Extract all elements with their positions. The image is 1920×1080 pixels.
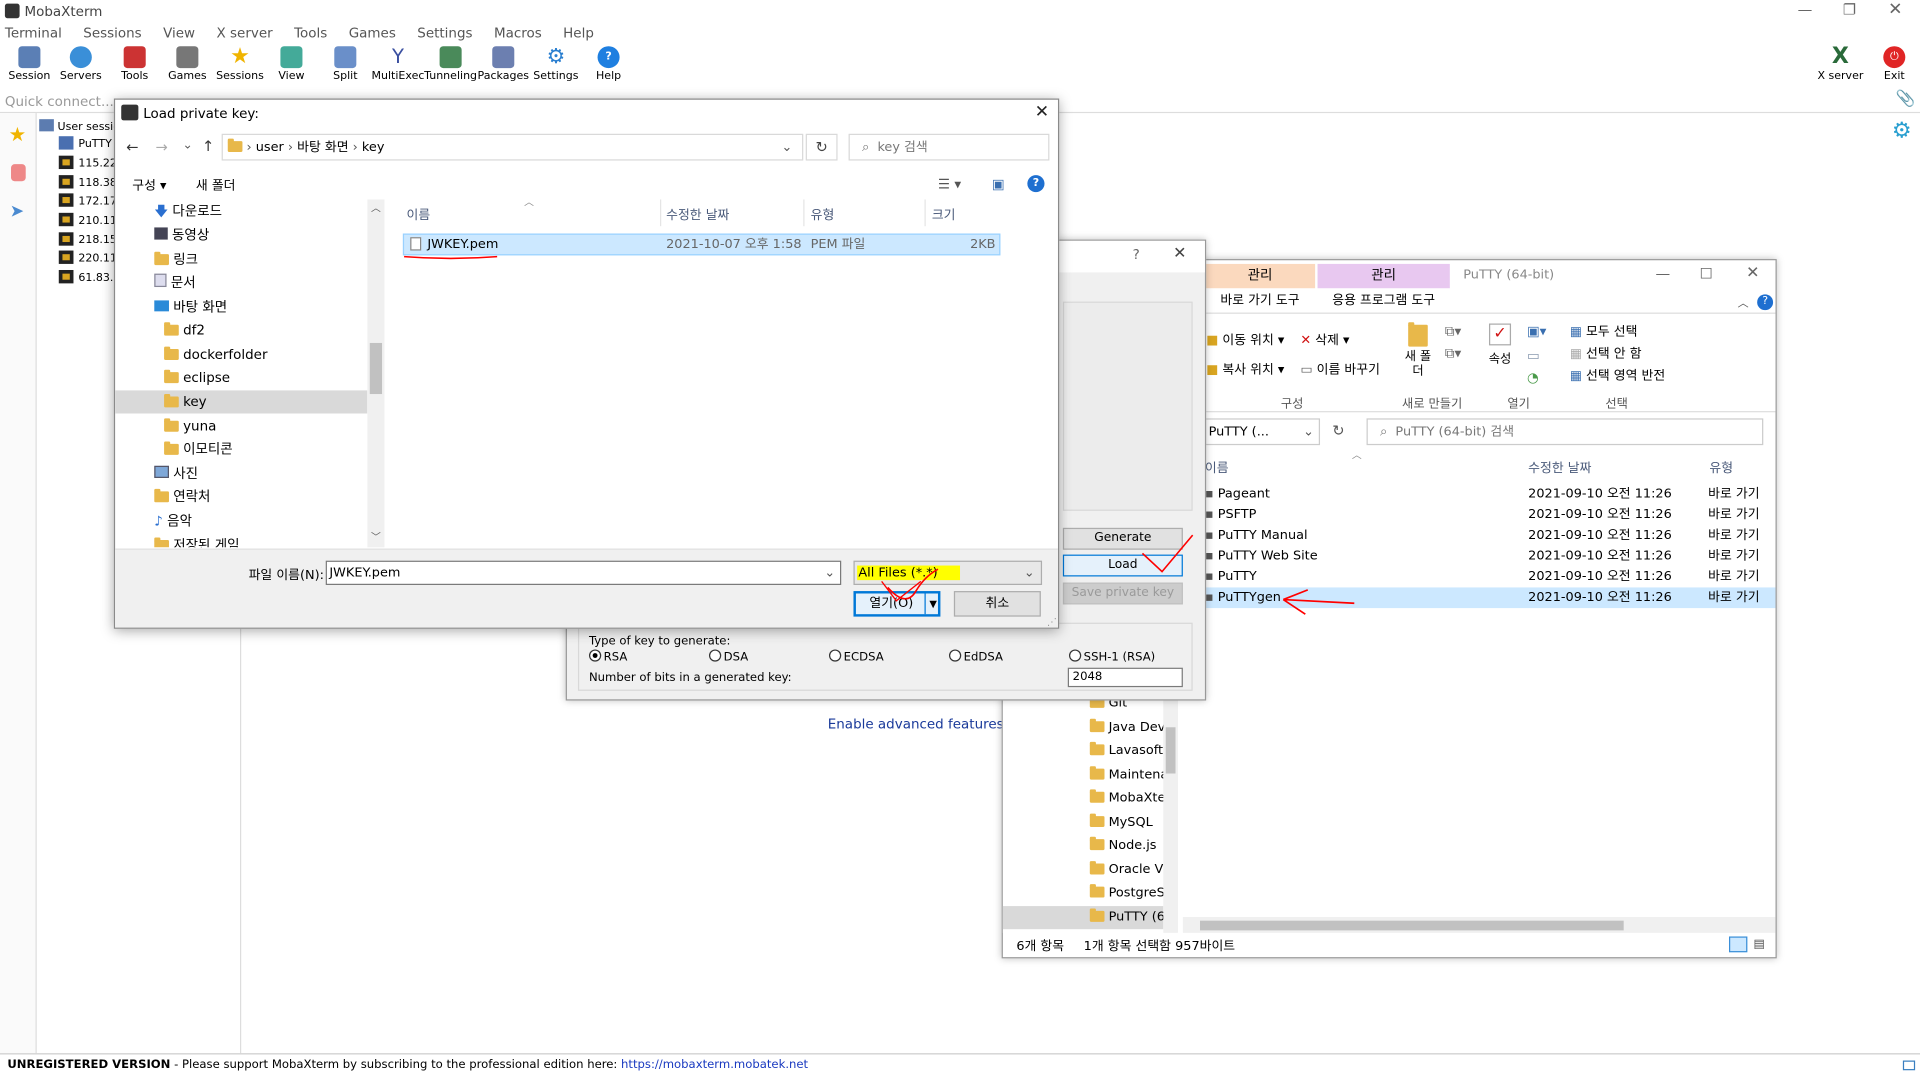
annotation-arrow-puttygen: [1282, 589, 1355, 615]
screen: MobaXterm — ❐ ✕ Terminal Sessions View X…: [0, 0, 1920, 1080]
annotations-overlay: [404, 255, 1355, 615]
annotation-underline: [404, 255, 498, 260]
annotation-check-filter: [887, 568, 939, 600]
annotation-check-load: [1141, 534, 1194, 573]
